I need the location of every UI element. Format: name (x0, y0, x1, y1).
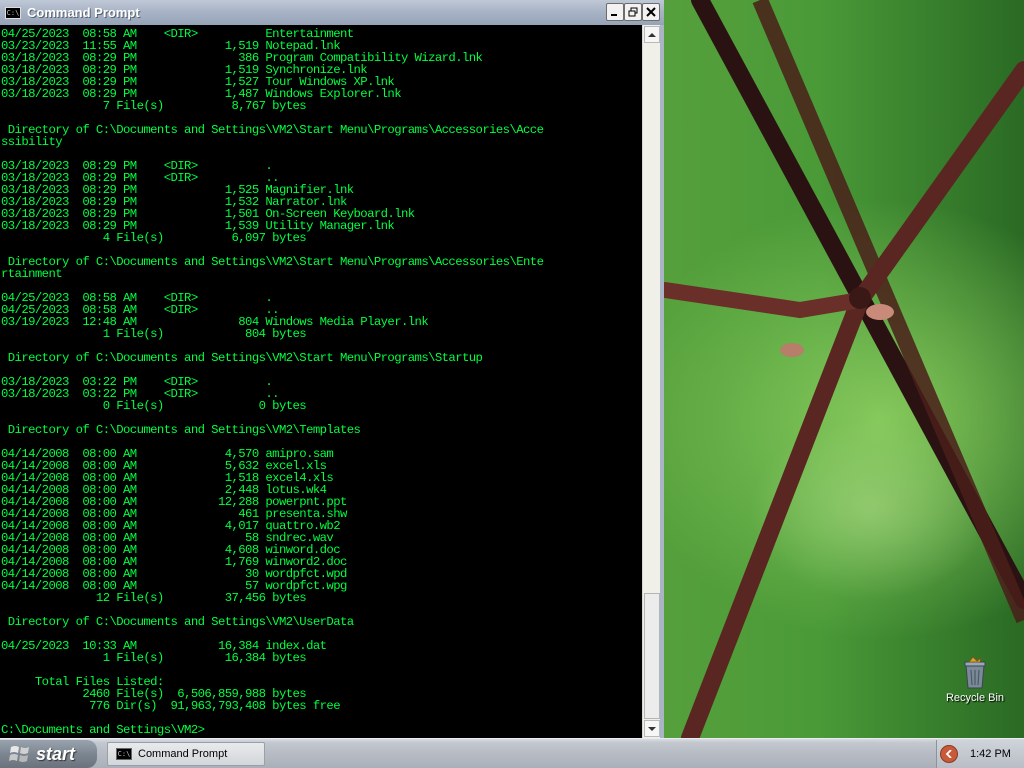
recycle-bin-label[interactable]: Recycle Bin (946, 692, 1004, 704)
taskbar: start C:\ Command Prompt 1:42 PM (0, 738, 1024, 768)
maximize-button[interactable] (624, 3, 642, 21)
recycle-bin[interactable]: Recycle Bin (942, 656, 1008, 712)
window-title: Command Prompt (27, 5, 140, 20)
taskbar-item-command-prompt[interactable]: C:\ Command Prompt (107, 742, 265, 766)
window-frame-right (660, 25, 664, 738)
close-button[interactable] (642, 3, 660, 21)
console-text[interactable]: 04/25/2023 08:58 AM <DIR> Entertainment … (0, 25, 642, 736)
cmd-icon: C:\ (116, 748, 132, 760)
scroll-up-arrow-icon (648, 32, 656, 37)
taskbar-item-label[interactable]: Command Prompt (138, 748, 227, 760)
scroll-down-button[interactable] (644, 720, 660, 737)
command-prompt-window[interactable]: C:\ Command Prompt 04/25/2023 08:58 AM <… (0, 0, 664, 738)
show-hidden-icons-button[interactable] (940, 745, 958, 763)
start-button[interactable]: start (0, 740, 97, 768)
maximize-icon (628, 7, 638, 17)
start-label[interactable]: start (36, 744, 75, 765)
close-icon (646, 7, 656, 17)
system-tray: 1:42 PM (936, 740, 1024, 768)
vertical-scrollbar[interactable] (642, 25, 660, 738)
clock[interactable]: 1:42 PM (970, 748, 1011, 760)
scroll-up-button[interactable] (644, 26, 660, 43)
windows-flag-icon (9, 746, 29, 762)
title-bar[interactable]: C:\ Command Prompt (0, 0, 664, 25)
cmd-icon: C:\ (5, 6, 21, 19)
scroll-down-arrow-icon (648, 726, 656, 731)
recycle-bin-icon (964, 656, 986, 689)
minimize-button[interactable] (606, 3, 624, 21)
show-hidden-icons-arrow-icon (945, 750, 952, 758)
console-output[interactable]: 04/25/2023 08:58 AM <DIR> Entertainment … (0, 25, 642, 738)
scrollbar-thumb[interactable] (644, 593, 660, 719)
minimize-icon (611, 14, 617, 16)
